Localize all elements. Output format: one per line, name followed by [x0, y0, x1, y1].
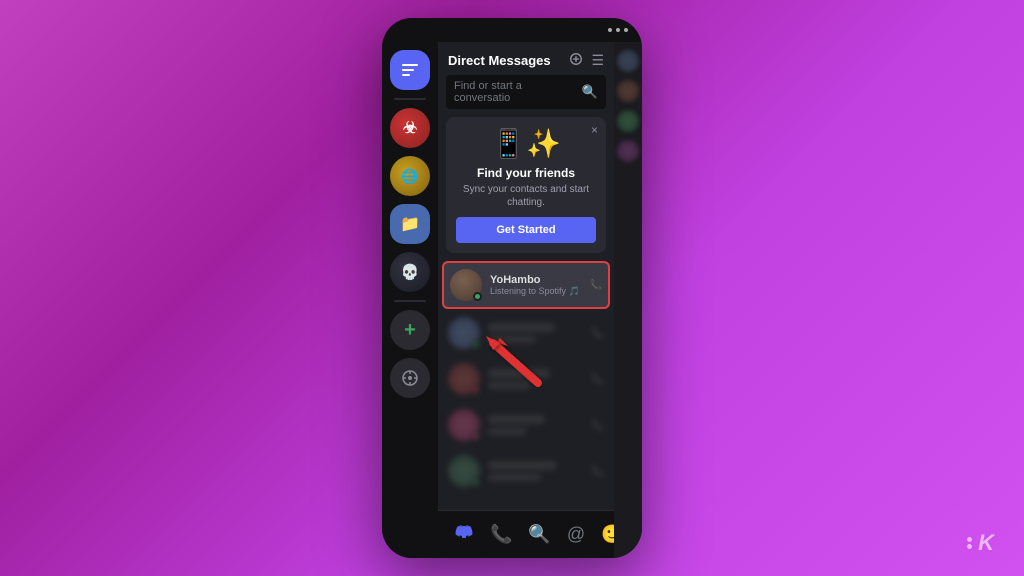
dm-list: YoHambo Listening to Spotify 🎵 📞	[438, 261, 614, 510]
dm-panel: Direct Messages ☰ Find or start a conver…	[438, 42, 614, 558]
find-friends-card: × 📱✨ Find your friends Sync your contact…	[446, 117, 606, 253]
blurred-status-4	[488, 428, 526, 435]
blurred-name-5	[488, 461, 557, 470]
server-icon-3[interactable]: 📁	[390, 204, 430, 244]
blurred-status-5	[488, 474, 541, 481]
card-illustration: 📱✨	[456, 127, 596, 160]
status-dot	[608, 28, 612, 32]
dm-action-2[interactable]: 📞	[592, 328, 604, 339]
dm-info-5	[488, 461, 584, 481]
online-indicator	[473, 292, 482, 301]
blurred-name-2	[488, 323, 555, 332]
card-close-button[interactable]: ×	[591, 123, 598, 137]
status-bar	[382, 18, 642, 42]
dm-item-5[interactable]: 📞	[442, 449, 610, 493]
dm-item-yohambo[interactable]: YoHambo Listening to Spotify 🎵 📞	[442, 261, 610, 309]
right-avatar-2	[617, 80, 639, 102]
dm-status-yohambo: Listening to Spotify 🎵	[490, 286, 582, 297]
dm-action-5[interactable]: 📞	[592, 466, 604, 477]
server-sidebar: ☣ 🌐 📁 💀 +	[382, 42, 438, 558]
watermark-dot	[967, 537, 972, 542]
discover-server-button[interactable]	[390, 358, 430, 398]
avatar-4	[448, 409, 480, 441]
server-divider	[394, 98, 426, 100]
nav-call-icon[interactable]: 📞	[482, 520, 520, 549]
card-title: Find your friends	[456, 166, 596, 180]
search-input[interactable]: Find or start a conversatio	[454, 80, 576, 104]
menu-icon[interactable]: ☰	[591, 52, 604, 69]
watermark-dot-2	[967, 544, 972, 549]
online-indicator-3	[471, 386, 480, 395]
nav-mentions-icon[interactable]: @	[559, 520, 593, 549]
blurred-status-2	[488, 336, 536, 343]
main-content: ☣ 🌐 📁 💀 +	[382, 42, 642, 558]
dm-item-4[interactable]: 📞	[442, 403, 610, 447]
right-panel	[614, 42, 642, 558]
search-icon: 🔍	[582, 84, 598, 100]
watermark-dots	[967, 537, 972, 549]
watermark: K	[967, 530, 994, 556]
avatar-5	[448, 455, 480, 487]
bottom-nav: 📞 🔍 @ 🙂	[438, 510, 614, 558]
nav-discord-icon[interactable]	[446, 518, 482, 551]
dm-name-yohambo: YoHambo	[490, 274, 582, 286]
dm-header: Direct Messages ☰	[438, 42, 614, 75]
dm-info-yohambo: YoHambo Listening to Spotify 🎵	[490, 274, 582, 297]
nav-search-icon[interactable]: 🔍	[520, 520, 558, 549]
dm-item-2[interactable]: 📞	[442, 311, 610, 355]
dm-info-2	[488, 323, 584, 343]
dm-item-3[interactable]: 📞	[442, 357, 610, 401]
phone-container: ☣ 🌐 📁 💀 +	[382, 18, 642, 558]
server-icon-dm[interactable]	[390, 50, 430, 90]
dm-action-yohambo[interactable]: 📞	[590, 280, 602, 291]
avatar-yohambo	[450, 269, 482, 301]
dm-info-4	[488, 415, 584, 435]
status-dot	[624, 28, 628, 32]
dm-info-3	[488, 369, 584, 389]
get-started-button[interactable]: Get Started	[456, 217, 596, 243]
dm-title: Direct Messages	[448, 53, 551, 68]
card-subtitle: Sync your contacts and start chatting.	[456, 183, 596, 209]
new-dm-icon[interactable]	[569, 52, 583, 69]
blurred-status-3	[488, 382, 531, 389]
avatar-2	[448, 317, 480, 349]
watermark-letter: K	[978, 530, 994, 556]
dm-action-3[interactable]: 📞	[592, 374, 604, 385]
server-icon-4[interactable]: 💀	[390, 252, 430, 292]
dm-action-4[interactable]: 📞	[592, 420, 604, 431]
right-avatar-3	[617, 110, 639, 132]
right-avatar-1	[617, 50, 639, 72]
server-icon-1[interactable]: ☣	[390, 108, 430, 148]
server-divider-2	[394, 300, 426, 302]
right-avatar-4	[617, 140, 639, 162]
header-icons: ☰	[569, 52, 604, 69]
server-icon-2[interactable]: 🌐	[390, 156, 430, 196]
avatar-3	[448, 363, 480, 395]
search-bar[interactable]: Find or start a conversatio 🔍	[446, 75, 606, 109]
nav-emoji-icon[interactable]: 🙂	[593, 520, 614, 549]
blurred-name-4	[488, 415, 545, 424]
online-indicator-5	[471, 478, 480, 487]
online-indicator-2	[471, 340, 480, 349]
blurred-name-3	[488, 369, 550, 378]
status-dot	[616, 28, 620, 32]
online-indicator-4	[471, 432, 480, 441]
add-server-button[interactable]: +	[390, 310, 430, 350]
